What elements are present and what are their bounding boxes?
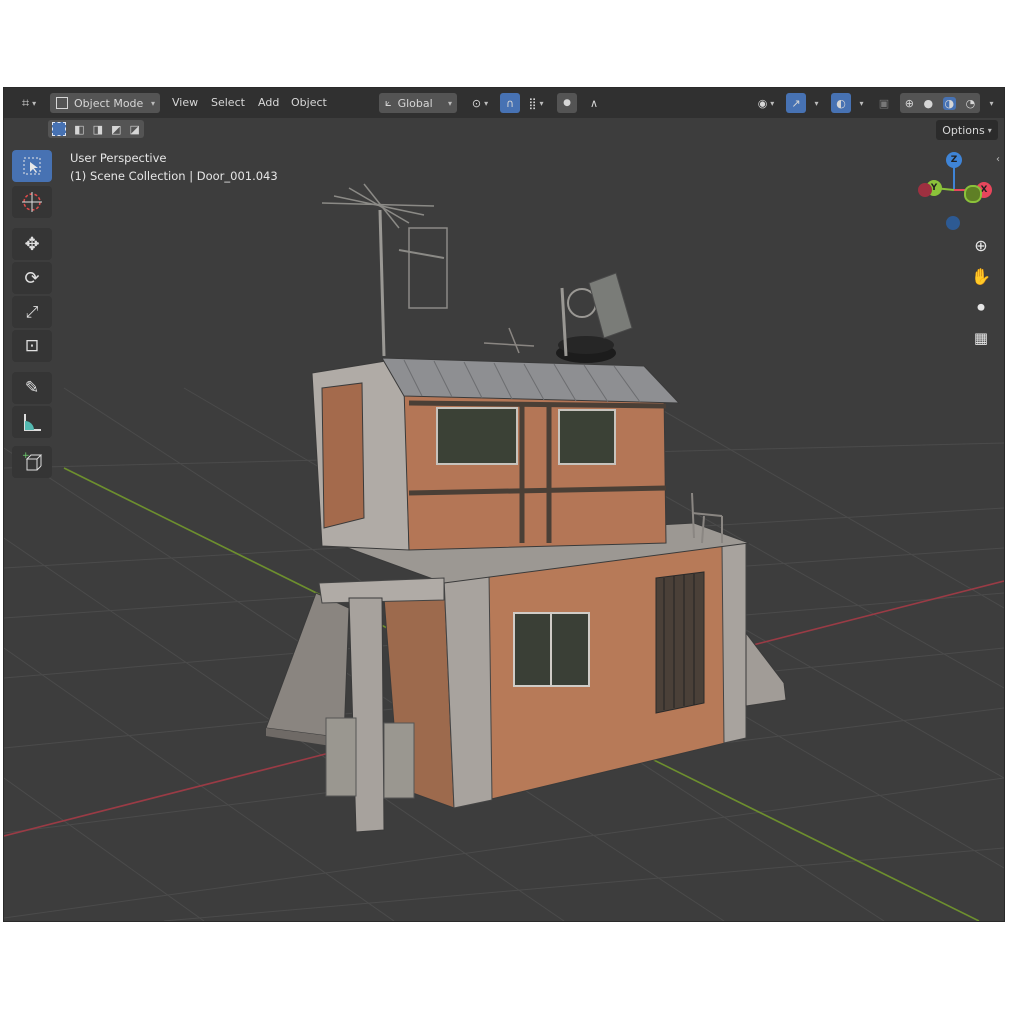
sidebar-toggle-icon[interactable]: ‹: [996, 154, 1000, 165]
gizmo-neg-z-axis[interactable]: [946, 216, 960, 230]
pivot-icon: ⊙: [471, 96, 482, 110]
orientation-label: Global: [397, 96, 433, 110]
viewport-scene: [4, 183, 1004, 921]
gizmo-neg-x-axis[interactable]: [918, 183, 932, 197]
shading-dropdown[interactable]: ▾: [982, 93, 998, 113]
overlays-icon: ◐: [836, 96, 846, 110]
transform-orientation-dropdown[interactable]: ⟀ Global ▾: [379, 93, 457, 113]
door-model: [655, 571, 705, 714]
select-box-icon: [23, 157, 41, 175]
measure-icon: [24, 414, 41, 431]
view-perspective-label: User Perspective: [70, 151, 167, 165]
editor-type-icon: ⌗: [21, 95, 30, 111]
snap-options[interactable]: ⣿ ▾: [522, 93, 550, 113]
orientation-icon: ⟀: [385, 96, 392, 109]
overlays-dropdown[interactable]: ▾: [852, 93, 868, 113]
camera-view-button[interactable]: ⏺: [968, 294, 994, 320]
menu-object[interactable]: Object: [291, 93, 327, 113]
snap-grid-icon: ⣿: [528, 96, 537, 110]
wireframe-shading-icon[interactable]: ⊕: [905, 97, 914, 110]
falloff-curve-icon: ∧: [589, 96, 599, 110]
gizmo-dropdown[interactable]: ▾: [807, 93, 823, 113]
selection-mode-group[interactable]: ◧ ◨ ◩ ◪: [48, 120, 144, 138]
zoom-icon: ⊕: [974, 235, 988, 255]
tool-cursor[interactable]: [12, 186, 52, 218]
tool-move[interactable]: ✥: [12, 228, 52, 260]
svg-text:+: +: [22, 451, 30, 461]
zoom-button[interactable]: ⊕: [968, 232, 994, 258]
rendered-shading-icon[interactable]: ◔: [966, 97, 976, 110]
mode-dropdown[interactable]: Object Mode ▾: [50, 93, 160, 113]
options-label: Options: [942, 123, 985, 137]
collection-info-label: (1) Scene Collection | Door_001.043: [70, 169, 278, 183]
tool-settings-row: ◧ ◨ ◩ ◪ Options ▾: [4, 118, 1004, 142]
mode-label: Object Mode: [74, 96, 144, 110]
gizmo-icon: ↗: [791, 96, 801, 110]
proportional-editing-toggle[interactable]: ●: [557, 93, 577, 113]
tool-add-cube[interactable]: +: [12, 446, 52, 478]
pan-hand-icon: ✋: [971, 266, 991, 286]
proportional-icon: ●: [563, 98, 571, 108]
select-invert-icon[interactable]: ◩: [111, 123, 121, 136]
annotate-icon: ✎: [24, 378, 40, 398]
move-icon: ✥: [24, 233, 40, 255]
rotate-icon: ⟳: [24, 267, 40, 289]
material-shading-icon[interactable]: ◑: [942, 96, 957, 110]
3d-viewport[interactable]: ⌗ ▾ Object Mode ▾ View Select Add Object …: [3, 87, 1005, 922]
tool-scale[interactable]: ⤢: [12, 296, 52, 328]
tool-annotate[interactable]: ✎: [12, 372, 52, 404]
overlays-toggle[interactable]: ◐: [831, 93, 851, 113]
select-intersect-icon[interactable]: ◪: [130, 123, 140, 136]
menu-view[interactable]: View: [172, 93, 198, 113]
viewport-header: ⌗ ▾ Object Mode ▾ View Select Add Object …: [4, 88, 1004, 118]
shading-mode-group[interactable]: ⊕ ● ◑ ◔: [900, 93, 980, 113]
eye-icon: ◉: [757, 96, 768, 110]
object-mode-icon: [56, 97, 68, 109]
transform-icon: ⊡: [24, 336, 40, 356]
editor-type-button[interactable]: ⌗ ▾: [12, 93, 46, 113]
menu-select[interactable]: Select: [211, 93, 245, 113]
tool-select-box[interactable]: [12, 150, 52, 182]
snap-toggle[interactable]: ∩: [500, 93, 520, 113]
cursor-icon: [22, 192, 42, 212]
orthographic-toggle[interactable]: ▦: [968, 325, 994, 351]
scale-icon: ⤢: [25, 302, 39, 321]
orthographic-grid-icon: ▦: [973, 329, 989, 347]
tool-transform[interactable]: ⊡: [12, 330, 52, 362]
pan-button[interactable]: ✋: [968, 263, 994, 289]
menu-add[interactable]: Add: [258, 93, 279, 113]
solid-shading-icon[interactable]: ●: [923, 97, 933, 110]
select-new-icon[interactable]: [52, 122, 67, 136]
tool-measure[interactable]: [12, 406, 52, 438]
xray-toggle[interactable]: ▣: [874, 93, 894, 113]
gizmo-z-axis[interactable]: Z: [946, 152, 962, 168]
camera-icon: ⏺: [977, 298, 985, 316]
antenna-model: [378, 209, 386, 357]
gizmo-neg-y-axis[interactable]: [964, 185, 982, 203]
barrel-model: [325, 717, 357, 797]
gizmo-toggle[interactable]: ↗: [786, 93, 806, 113]
pivot-point-button[interactable]: ⊙ ▾: [466, 93, 494, 113]
select-subtract-icon[interactable]: ◨: [93, 123, 103, 136]
xray-icon: ▣: [878, 96, 890, 110]
add-cube-icon: +: [22, 451, 43, 471]
options-dropdown[interactable]: Options ▾: [936, 120, 998, 140]
building-model[interactable]: [265, 183, 787, 833]
tool-rotate[interactable]: ⟳: [12, 262, 52, 294]
select-extend-icon[interactable]: ◧: [74, 123, 84, 136]
magnet-icon: ∩: [505, 96, 515, 110]
visibility-button[interactable]: ◉ ▾: [749, 93, 783, 113]
falloff-button[interactable]: ∧: [580, 93, 608, 113]
